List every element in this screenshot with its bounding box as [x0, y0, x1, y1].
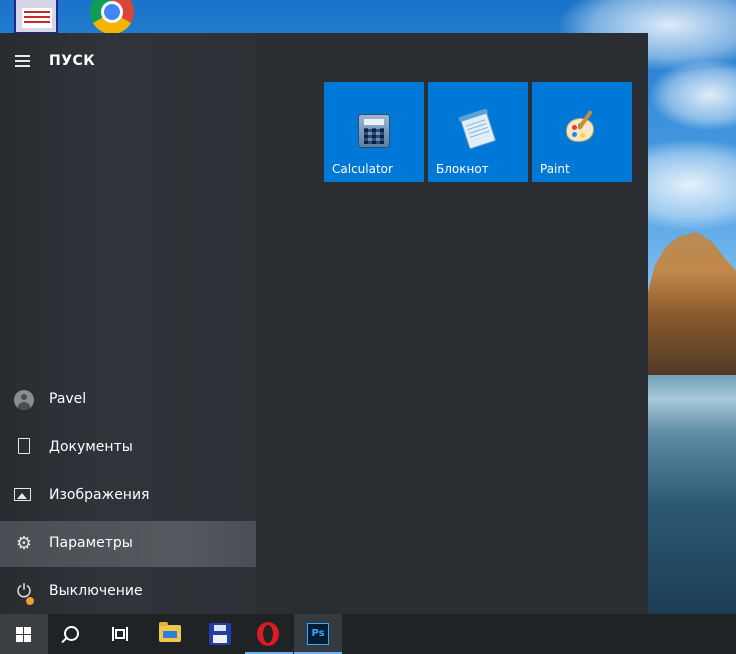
- desktop-chrome-icon[interactable]: [90, 0, 134, 34]
- document-icon: [18, 438, 30, 454]
- user-account-item[interactable]: Pavel: [0, 377, 256, 423]
- photoshop-icon: Ps: [307, 623, 329, 645]
- gear-icon: ⚙: [15, 533, 33, 554]
- task-view-icon: [112, 627, 128, 641]
- paint-icon: [566, 109, 594, 142]
- tile-label: Блокнот: [436, 162, 489, 176]
- desktop-save-icon[interactable]: [14, 0, 58, 34]
- opera-button[interactable]: [245, 614, 293, 654]
- start-button[interactable]: [0, 614, 48, 654]
- tile-label: Calculator: [332, 162, 393, 176]
- taskbar: Ps: [0, 614, 736, 654]
- wallpaper-sea: [648, 375, 736, 614]
- photoshop-button[interactable]: Ps: [294, 614, 342, 654]
- file-explorer-button[interactable]: [147, 614, 195, 654]
- tile-calculator[interactable]: Calculator: [324, 82, 424, 182]
- windows-logo-icon: [16, 627, 31, 642]
- tile-paint[interactable]: Paint: [532, 82, 632, 182]
- user-avatar-icon: [14, 390, 34, 410]
- start-menu-tiles-pane: Calculator Блокнот Paint: [256, 33, 648, 614]
- floppy-disk-icon: [209, 623, 231, 645]
- menu-item-label: Параметры: [49, 535, 133, 551]
- folder-icon: [159, 622, 181, 642]
- start-menu: ПУСК Pavel Документы Изображения ⚙ Парам…: [0, 33, 648, 614]
- tile-label: Paint: [540, 162, 570, 176]
- opera-icon: [257, 622, 279, 646]
- menu-item-label: Выключение: [49, 583, 143, 599]
- task-view-button[interactable]: [96, 614, 144, 654]
- hamburger-menu-icon[interactable]: [8, 49, 36, 73]
- pictures-icon: [14, 488, 31, 501]
- menu-item-label: Документы: [49, 439, 133, 455]
- user-name: Pavel: [49, 391, 87, 407]
- menu-item-power[interactable]: ⏻ Выключение: [0, 569, 256, 615]
- search-icon: [64, 626, 79, 641]
- start-menu-title: ПУСК: [49, 53, 96, 69]
- menu-item-label: Изображения: [49, 487, 150, 503]
- menu-item-documents[interactable]: Документы: [0, 425, 256, 471]
- menu-item-pictures[interactable]: Изображения: [0, 473, 256, 519]
- save-app-button[interactable]: [196, 614, 244, 654]
- update-badge: [26, 597, 34, 605]
- notepad-icon: [459, 110, 497, 150]
- calculator-icon: [358, 114, 390, 148]
- menu-item-settings[interactable]: ⚙ Параметры: [0, 521, 256, 567]
- search-button[interactable]: [48, 614, 96, 654]
- wallpaper-rock: [648, 232, 736, 382]
- tile-notepad[interactable]: Блокнот: [428, 82, 528, 182]
- start-menu-left-pane: ПУСК Pavel Документы Изображения ⚙ Парам…: [0, 33, 256, 614]
